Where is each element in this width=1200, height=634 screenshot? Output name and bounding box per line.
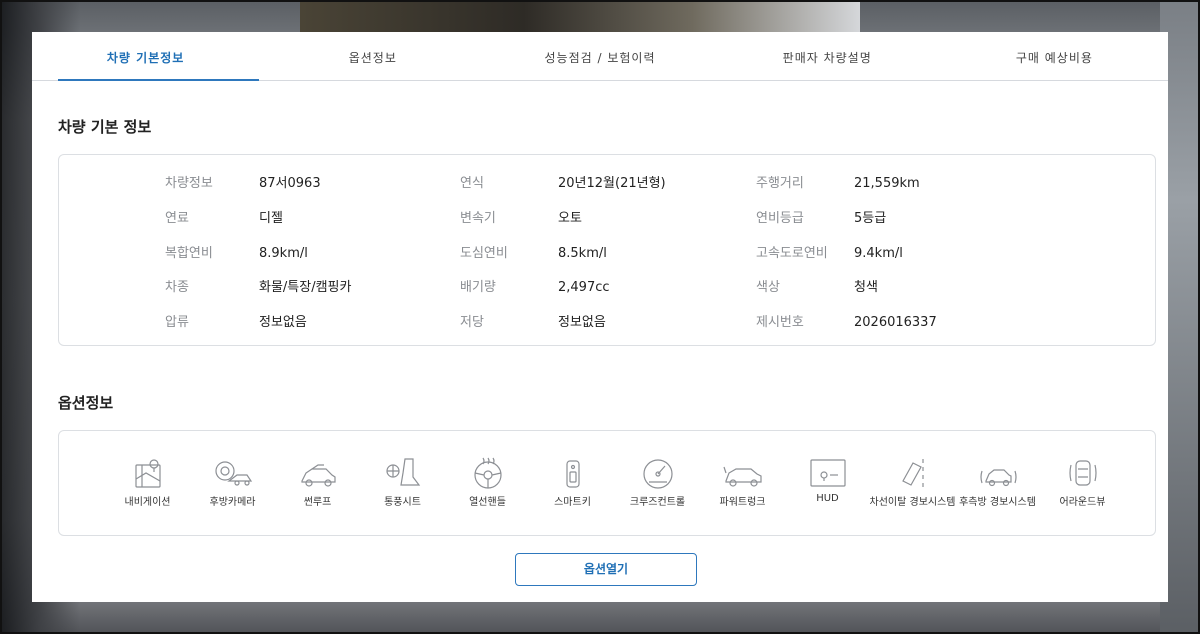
option-item-hud: HUD	[785, 455, 870, 508]
info-label: 차종	[165, 280, 189, 296]
info-label: 제시번호	[756, 315, 804, 331]
info-label: 차량정보	[165, 176, 213, 191]
option-label: 차선이탈 경보시스템	[869, 497, 956, 508]
info-value: 8.5km/l	[558, 245, 607, 261]
vehicle-detail-panel: 차량 기본정보 옵션정보 성능점검 / 보험이력 판매자 차량설명 구매 예상비…	[32, 32, 1168, 602]
option-item-heated-steering: 열선핸들	[445, 455, 530, 508]
option-item-navigation: 내비게이션	[105, 455, 190, 508]
info-value: 87서0963	[259, 176, 321, 191]
option-item-rear-camera: 후방카메라	[190, 455, 275, 508]
info-label: 주행거리	[756, 176, 804, 191]
info-label: 연료	[165, 210, 189, 226]
option-item-blind-spot: 후측방 경보시스템	[955, 455, 1040, 508]
info-value: 20년12월(21년형)	[558, 176, 666, 191]
info-value: 디젤	[259, 210, 283, 226]
tab-seller-description[interactable]: 판매자 차량설명	[714, 32, 941, 80]
option-label: 크루즈컨트롤	[629, 497, 686, 508]
heated-steering-icon	[473, 457, 502, 489]
option-label: 내비게이션	[124, 497, 171, 508]
tab-bar: 차량 기본정보 옵션정보 성능점검 / 보험이력 판매자 차량설명 구매 예상비…	[32, 32, 1168, 81]
info-label: 복합연비	[165, 245, 213, 261]
rear-camera-icon	[214, 461, 252, 486]
option-item-sunroof: 썬루프	[275, 455, 360, 508]
power-trunk-icon	[722, 466, 762, 487]
option-label: 통풍시트	[384, 497, 421, 508]
lane-departure-icon	[901, 459, 924, 487]
info-label: 고속도로연비	[756, 245, 828, 261]
options-title: 옵션정보	[58, 394, 114, 412]
info-value: 5등급	[854, 210, 887, 226]
ventilated-seat-icon	[385, 458, 420, 486]
info-value: 정보없음	[558, 315, 606, 331]
info-label: 저당	[460, 315, 484, 331]
options-box: 내비게이션 후방카메라 썬루프 통풍시트 열선핸들 스마트키 크루즈컨트롤 파워…	[58, 430, 1156, 536]
info-value: 화물/특장/캠핑카	[259, 280, 352, 296]
navigation-icon	[134, 459, 161, 488]
option-label: 후방카메라	[209, 497, 256, 508]
info-value: 9.4km/l	[854, 245, 903, 261]
smart-key-icon	[565, 460, 580, 488]
option-label: 파워트렁크	[719, 497, 766, 508]
option-label: 열선핸들	[469, 497, 506, 508]
info-label: 연식	[460, 176, 484, 191]
tab-expected-cost[interactable]: 구매 예상비용	[941, 32, 1168, 80]
open-options-button[interactable]: 옵션열기	[515, 553, 697, 586]
tab-options[interactable]: 옵션정보	[259, 32, 486, 80]
blind-spot-icon	[979, 469, 1017, 487]
option-item-lane-departure: 차선이탈 경보시스템	[869, 455, 956, 508]
option-item-cruise-control: 크루즈컨트롤	[615, 455, 700, 508]
basic-info-title: 차량 기본 정보	[58, 118, 152, 136]
basic-info-box: 차량정보 87서0963 연식 20년12월(21년형) 주행거리 21,559…	[58, 154, 1156, 346]
info-label: 압류	[165, 315, 189, 331]
option-label: HUD	[816, 493, 839, 504]
info-value: 오토	[558, 210, 582, 226]
info-label: 색상	[756, 280, 780, 296]
option-label: 썬루프	[303, 497, 332, 508]
option-item-ventilated-seat: 통풍시트	[360, 455, 445, 508]
option-item-power-trunk: 파워트렁크	[700, 455, 785, 508]
hud-icon	[809, 459, 846, 487]
basic-info-grid: 차량정보 87서0963 연식 20년12월(21년형) 주행거리 21,559…	[165, 173, 1054, 347]
info-label: 변속기	[460, 210, 496, 226]
info-value: 청색	[854, 280, 878, 296]
around-view-icon	[1068, 460, 1097, 486]
info-label: 배기량	[460, 280, 496, 296]
info-value: 2026016337	[854, 315, 937, 331]
info-value: 21,559km	[854, 176, 920, 191]
cruise-control-icon	[642, 459, 673, 489]
option-label: 후측방 경보시스템	[959, 497, 1036, 508]
tab-inspection-insurance[interactable]: 성능점검 / 보험이력	[486, 32, 713, 80]
info-value: 2,497cc	[558, 280, 610, 296]
option-label: 스마트키	[554, 497, 591, 508]
option-item-smart-key: 스마트키	[530, 455, 615, 508]
info-value: 정보없음	[259, 315, 307, 331]
info-label: 연비등급	[756, 210, 804, 226]
background-photo-top	[300, 0, 860, 34]
sunroof-icon	[300, 464, 336, 487]
option-item-around-view: 어라운드뷰	[1040, 455, 1125, 508]
tab-basic-info[interactable]: 차량 기본정보	[32, 32, 260, 81]
info-value: 8.9km/l	[259, 245, 308, 261]
options-list: 내비게이션 후방카메라 썬루프 통풍시트 열선핸들 스마트키 크루즈컨트롤 파워…	[105, 455, 1125, 508]
info-label: 도심연비	[460, 245, 508, 261]
option-label: 어라운드뷰	[1059, 497, 1106, 508]
